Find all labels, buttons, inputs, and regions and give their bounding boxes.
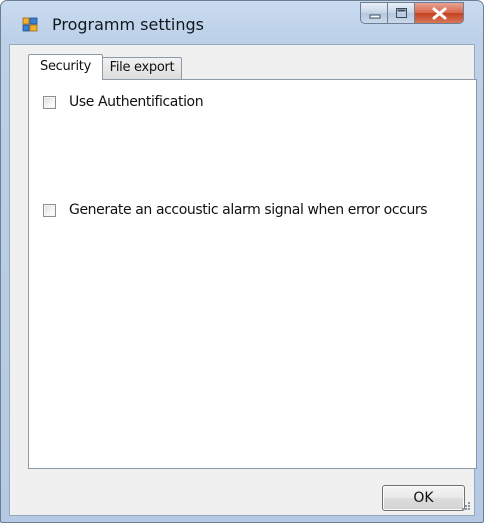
acoustic-alarm-option[interactable]: Generate an accoustic alarm signal when … [43, 202, 428, 218]
ok-button[interactable]: OK [382, 485, 465, 511]
tab-file-export[interactable]: File export [103, 57, 182, 80]
tab-file-export-label: File export [109, 60, 175, 75]
close-icon [432, 7, 447, 20]
use-authentication-checkbox[interactable] [43, 95, 56, 109]
acoustic-alarm-checkbox[interactable] [43, 203, 56, 217]
maximize-icon [396, 8, 407, 18]
security-tab-panel: Use Authentification Generate an accoust… [28, 79, 477, 469]
tab-security[interactable]: Security [28, 54, 103, 80]
window-title: Programm settings [52, 15, 204, 34]
minimize-button[interactable] [360, 2, 388, 24]
application-icon [22, 16, 38, 32]
title-bar[interactable]: Programm settings [1, 1, 483, 43]
resize-grip-icon[interactable] [459, 500, 471, 512]
minimize-icon [369, 14, 381, 19]
settings-window: Programm settings Security File export U… [0, 0, 484, 523]
use-authentication-label[interactable]: Use Authentification [69, 94, 204, 110]
use-authentication-option[interactable]: Use Authentification [43, 94, 204, 110]
client-area: Security File export Use Authentificatio… [9, 44, 477, 516]
close-button[interactable] [415, 2, 464, 24]
maximize-button[interactable] [388, 2, 415, 24]
acoustic-alarm-label[interactable]: Generate an accoustic alarm signal when … [69, 202, 428, 218]
tab-security-label: Security [40, 59, 91, 74]
